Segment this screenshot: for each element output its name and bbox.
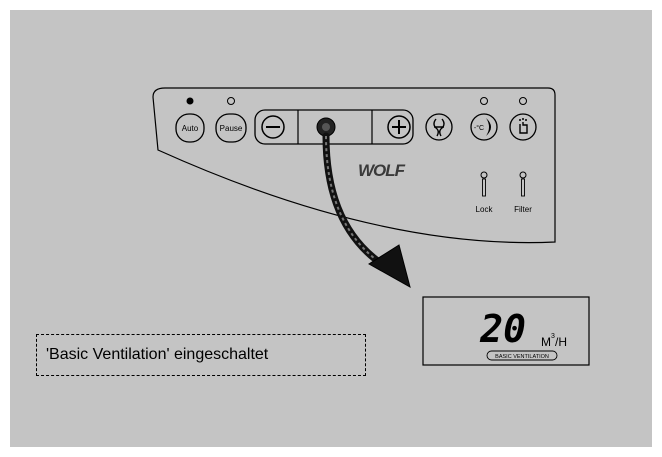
pause-button[interactable]: Pause — [215, 113, 247, 143]
fan-mode-button[interactable] — [425, 113, 453, 141]
auto-led — [186, 97, 194, 105]
auto-button-label: Auto — [182, 124, 199, 133]
night-led — [480, 97, 488, 105]
display-unit-tail: /H — [555, 335, 567, 349]
wolf-logo: WOLF — [358, 161, 407, 180]
wolf-logo-text: WOLF — [358, 161, 406, 180]
hand-led — [519, 97, 527, 105]
lock-label: Lock — [476, 205, 494, 214]
caption-box: 'Basic Ventilation' eingeschaltet — [36, 334, 366, 376]
display-mode-label: BASIC VENTILATION — [495, 354, 549, 360]
minus-button[interactable] — [261, 115, 285, 139]
caption-text: 'Basic Ventilation' eingeschaltet — [46, 346, 269, 363]
pause-button-label: Pause — [220, 124, 243, 133]
display-value: 20 — [479, 307, 526, 351]
diagram-svg: Auto Pause -°C WOLF Lock Filter 20 M 3 /… — [152, 87, 590, 366]
plus-button[interactable] — [387, 115, 411, 139]
hand-mode-button[interactable] — [509, 113, 537, 141]
filter-label: Filter — [514, 205, 532, 214]
svg-text:-°C: -°C — [474, 124, 484, 132]
pause-led — [227, 97, 235, 105]
night-mode-button[interactable]: -°C — [470, 113, 498, 141]
display-unit-main: M — [541, 335, 551, 349]
lcd-display: 20 M 3 /H BASIC VENTILATION — [422, 296, 590, 366]
auto-button[interactable]: Auto — [175, 113, 205, 143]
